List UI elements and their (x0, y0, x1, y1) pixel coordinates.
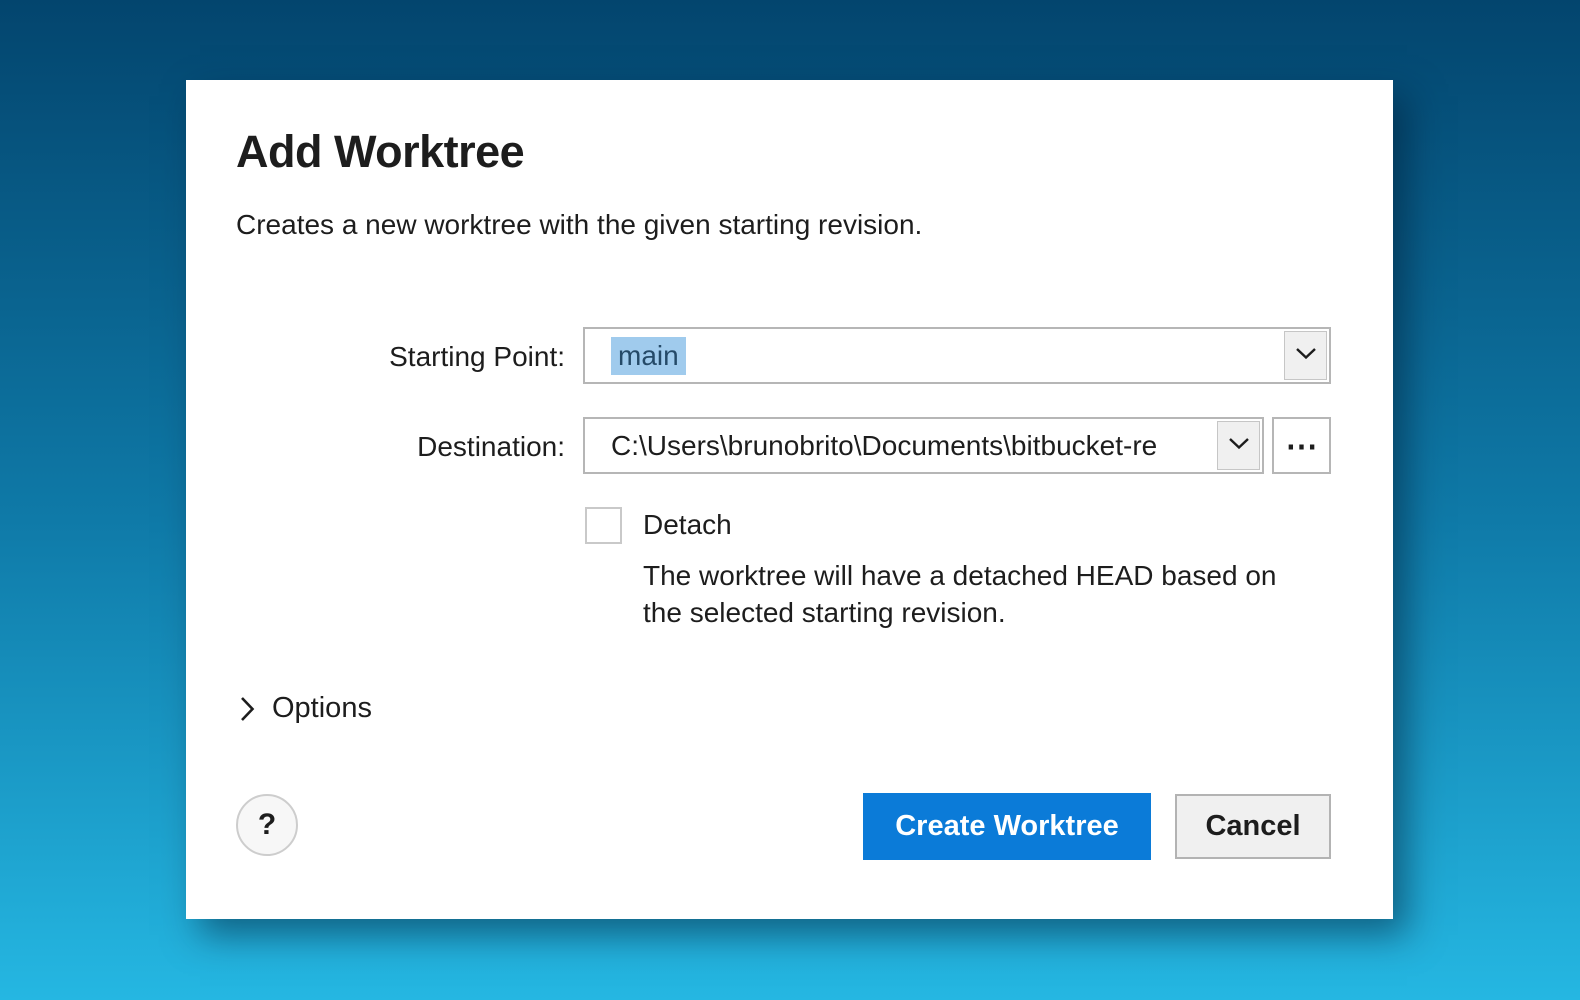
question-mark-icon: ? (258, 808, 276, 842)
detach-description: The worktree will have a detached HEAD b… (643, 557, 1323, 631)
selected-text: main (611, 337, 686, 375)
starting-point-input[interactable]: main (585, 329, 1282, 382)
chevron-down-icon (1295, 347, 1317, 365)
help-button[interactable]: ? (236, 794, 298, 856)
ellipsis-icon: ⋯ (1286, 427, 1318, 465)
create-worktree-button[interactable]: Create Worktree (863, 793, 1151, 860)
dialog-subtitle: Creates a new worktree with the given st… (236, 209, 922, 241)
page-title: Add Worktree (236, 126, 524, 178)
cancel-button[interactable]: Cancel (1175, 794, 1331, 859)
starting-point-dropdown-button[interactable] (1284, 331, 1327, 380)
detach-checkbox[interactable] (585, 507, 622, 544)
detach-label[interactable]: Detach (643, 509, 732, 541)
add-worktree-dialog: Add Worktree Creates a new worktree with… (186, 80, 1393, 919)
starting-point-label: Starting Point: (186, 341, 565, 373)
options-label: Options (272, 692, 372, 725)
chevron-down-icon (1228, 437, 1250, 455)
options-expander[interactable]: Options (240, 692, 372, 725)
destination-input[interactable]: C:\Users\brunobrito\Documents\bitbucket-… (585, 419, 1215, 472)
chevron-right-icon (240, 696, 255, 722)
destination-dropdown-button[interactable] (1217, 421, 1260, 470)
destination-combobox: C:\Users\brunobrito\Documents\bitbucket-… (583, 417, 1264, 474)
destination-label: Destination: (186, 431, 565, 463)
browse-button[interactable]: ⋯ (1272, 417, 1331, 474)
starting-point-combobox: main (583, 327, 1331, 384)
